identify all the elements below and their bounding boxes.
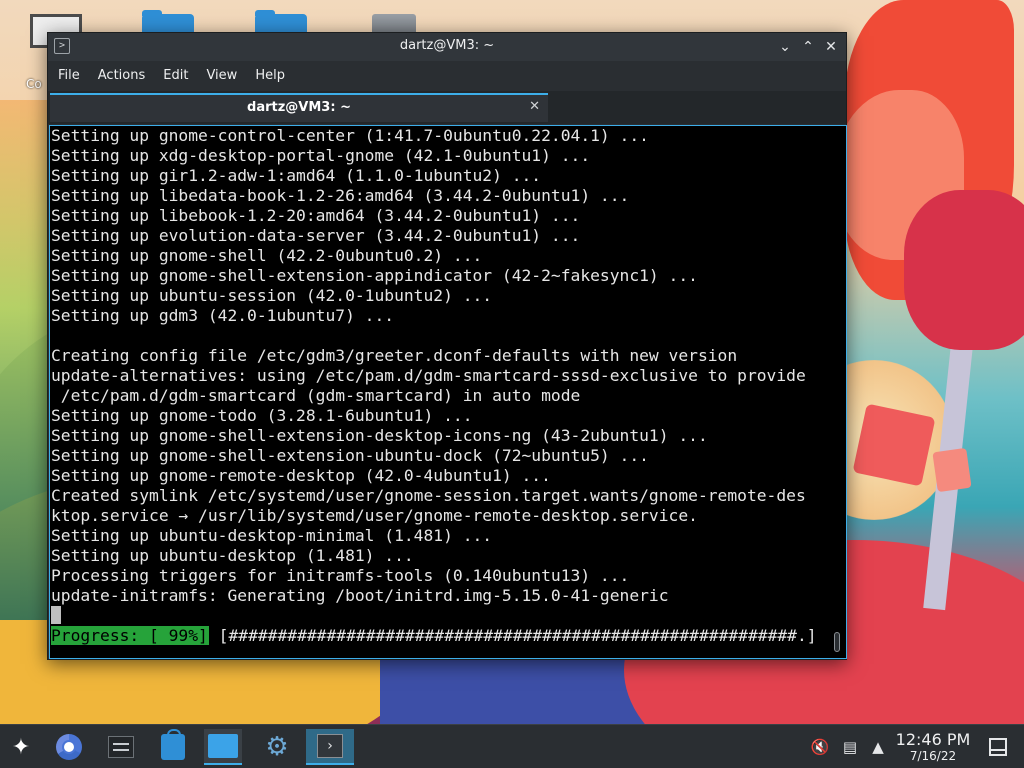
menu-actions[interactable]: Actions xyxy=(89,61,155,91)
show-desktop-icon[interactable] xyxy=(989,738,1007,756)
terminal-line: Setting up evolution-data-server (3.44.2… xyxy=(51,226,581,245)
terminal-line: Setting up gnome-shell-extension-ubuntu-… xyxy=(51,446,649,465)
terminal-line: ktop.service → /usr/lib/systemd/user/gno… xyxy=(51,506,698,525)
terminal-line: Setting up libedata-book-1.2-26:amd64 (3… xyxy=(51,186,630,205)
settings-gear-icon: ⚙ xyxy=(265,732,289,762)
terminal-line: Setting up ubuntu-desktop-minimal (1.481… xyxy=(51,526,493,545)
terminal-line: update-initramfs: Generating /boot/initr… xyxy=(51,586,669,605)
system-settings-icon xyxy=(108,736,134,758)
terminal-line: Setting up ubuntu-session (42.0-1ubuntu2… xyxy=(51,286,493,305)
dolphin-files-icon xyxy=(208,734,238,758)
terminal-output[interactable]: Setting up gnome-control-center (1:41.7-… xyxy=(49,125,847,659)
taskbar-discover[interactable] xyxy=(154,729,192,765)
menu-bar: File Actions Edit View Help xyxy=(48,61,846,91)
menu-view[interactable]: View xyxy=(197,61,246,91)
tab-close-icon[interactable]: ✕ xyxy=(529,99,540,114)
window-title: dartz@VM3: ~ xyxy=(399,38,495,53)
wallpaper-rock xyxy=(932,447,972,493)
terminal-line: Setting up gnome-remote-desktop (42.0-4u… xyxy=(51,466,551,485)
tab-label: dartz@VM3: ~ xyxy=(247,100,351,115)
wallpaper-leaves xyxy=(904,190,1024,350)
kde-launcher-icon: ✦ xyxy=(11,734,31,760)
network-wired-icon[interactable]: ▤ xyxy=(840,737,860,757)
menu-help[interactable]: Help xyxy=(246,61,294,91)
minimize-button[interactable]: ⌄ xyxy=(774,36,796,58)
taskbar-system-settings[interactable] xyxy=(102,729,140,765)
clock-date: 7/16/22 xyxy=(909,749,957,763)
tab-bar: dartz@VM3: ~ ✕ xyxy=(48,91,846,124)
terminal-line: Setting up gnome-todo (3.28.1-6ubuntu1) … xyxy=(51,406,473,425)
tray-expand-icon[interactable]: ▲ xyxy=(868,737,888,757)
terminal-line: update-alternatives: using /etc/pam.d/gd… xyxy=(51,366,806,385)
terminal-line: Created symlink /etc/systemd/user/gnome-… xyxy=(51,486,806,505)
progress-label: Progress: [ 99%] xyxy=(51,626,209,645)
terminal-line: Setting up gnome-shell (42.2-0ubuntu0.2)… xyxy=(51,246,483,265)
terminal-line: Processing triggers for initramfs-tools … xyxy=(51,566,630,585)
terminal-line: Setting up gnome-shell-extension-desktop… xyxy=(51,426,708,445)
terminal-line: Setting up gnome-shell-extension-appindi… xyxy=(51,266,698,285)
terminal-line: /etc/pam.d/gdm-smartcard (gdm-smartcard)… xyxy=(51,386,581,405)
progress-line: Progress: [ 99%] [######################… xyxy=(51,626,817,646)
terminal-line: Creating config file /etc/gdm3/greeter.d… xyxy=(51,346,738,365)
menu-file[interactable]: File xyxy=(49,61,89,91)
clock[interactable]: 12:46 PM 7/16/22 xyxy=(890,730,976,764)
terminal-lines: Setting up gnome-control-center (1:41.7-… xyxy=(51,126,825,626)
tab-terminal[interactable]: dartz@VM3: ~ ✕ xyxy=(50,93,548,122)
application-launcher-button[interactable]: ✦ xyxy=(2,729,40,765)
taskbar-dolphin[interactable] xyxy=(204,729,242,765)
terminal-line: Setting up gir1.2-adw-1:amd64 (1.1.0-1ub… xyxy=(51,166,542,185)
taskbar-settings[interactable]: ⚙ xyxy=(258,729,296,765)
terminal-line: Setting up gnome-control-center (1:41.7-… xyxy=(51,126,649,145)
progress-bar: [#######################################… xyxy=(218,626,817,645)
konsole-icon: › xyxy=(317,734,343,758)
maximize-button[interactable]: ⌃ xyxy=(797,36,819,58)
volume-muted-icon[interactable]: 🔇 xyxy=(810,737,830,757)
taskbar: ✦ ⚙ › 🔇 ▤ ▲ 12:46 PM 7/16/22 xyxy=(0,724,1024,768)
taskbar-konsole[interactable]: › xyxy=(306,729,354,765)
wallpaper-rock xyxy=(852,403,936,487)
terminal-line: Setting up ubuntu-desktop (1.481) ... xyxy=(51,546,414,565)
wallpaper-plant xyxy=(0,100,48,620)
discover-store-icon xyxy=(161,729,185,760)
terminal-line: Setting up libebook-1.2-20:amd64 (3.44.2… xyxy=(51,206,581,225)
konsole-window: > dartz@VM3: ~ ⌄ ⌃ ✕ File Actions Edit View… xyxy=(47,32,847,660)
desktop-icon-label: Co xyxy=(26,77,42,91)
menu-edit[interactable]: Edit xyxy=(154,61,197,91)
taskbar-chrome[interactable] xyxy=(50,729,88,765)
clock-time: 12:46 PM xyxy=(895,730,971,749)
terminal-line: Setting up xdg-desktop-portal-gnome (42.… xyxy=(51,146,591,165)
terminal-line: Setting up gdm3 (42.0-1ubuntu7) ... xyxy=(51,306,395,325)
chrome-icon xyxy=(56,734,82,760)
terminal-cursor xyxy=(51,606,61,624)
close-button[interactable]: ✕ xyxy=(820,36,842,58)
scrollbar-thumb[interactable] xyxy=(834,632,840,652)
window-titlebar[interactable]: > dartz@VM3: ~ ⌄ ⌃ ✕ xyxy=(48,33,846,61)
cursor-line xyxy=(51,606,825,626)
